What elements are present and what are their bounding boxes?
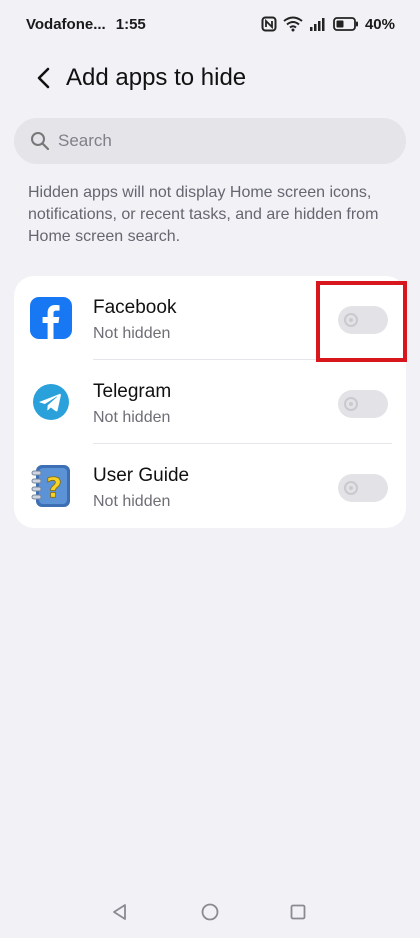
carrier-name: Vodafone...	[26, 15, 106, 33]
toggle-knob	[344, 313, 358, 327]
app-texts: Facebook Not hidden	[93, 296, 176, 346]
list-item-user-guide[interactable]: ? User Guide Not hidden	[14, 444, 406, 528]
app-texts: User Guide Not hidden	[93, 464, 189, 514]
square-recents-icon	[290, 904, 306, 920]
toggle-knob	[344, 481, 358, 495]
svg-text:?: ?	[46, 471, 62, 504]
app-list: Facebook Not hidden Telegram Not hidden	[14, 276, 406, 528]
clock: 1:55	[115, 15, 146, 33]
app-name: User Guide	[93, 465, 190, 486]
list-item-telegram[interactable]: Telegram Not hidden	[14, 360, 406, 444]
triangle-back-icon	[113, 904, 126, 920]
hide-toggle-facebook[interactable]	[338, 306, 388, 334]
search-input[interactable]	[56, 130, 380, 152]
toggle-knob	[344, 397, 358, 411]
app-status: Not hidden	[93, 325, 171, 342]
chevron-left-icon	[37, 67, 50, 89]
nav-back-button[interactable]	[108, 900, 132, 924]
page-title: Add apps to hide	[66, 64, 247, 91]
nav-home-button[interactable]	[198, 900, 222, 924]
app-name: Telegram	[93, 381, 172, 402]
circle-home-icon	[201, 903, 219, 921]
nav-recents-button[interactable]	[286, 900, 310, 924]
user-guide-icon: ?	[30, 465, 72, 507]
app-name: Facebook	[93, 297, 177, 318]
nfc-icon	[261, 16, 277, 32]
list-item-facebook[interactable]: Facebook Not hidden	[14, 276, 406, 360]
header: Add apps to hide	[0, 56, 420, 100]
status-right: 40%	[261, 16, 395, 33]
description-text: Hidden apps will not display Home screen…	[28, 184, 379, 245]
app-status: Not hidden	[93, 493, 171, 510]
battery-icon	[333, 16, 359, 32]
search-bar[interactable]	[14, 118, 406, 164]
status-left: Vodafone... 1:55	[26, 16, 146, 33]
back-button[interactable]	[26, 60, 62, 96]
battery-percent: 40%	[364, 15, 395, 33]
search-icon	[31, 132, 50, 151]
hide-toggle-user-guide[interactable]	[338, 474, 388, 502]
status-bar: Vodafone... 1:55 40%	[0, 0, 420, 48]
facebook-icon	[30, 297, 72, 339]
wifi-icon	[283, 16, 303, 32]
app-status: Not hidden	[93, 409, 171, 426]
telegram-icon	[30, 381, 72, 423]
navigation-bar	[0, 892, 420, 938]
signal-icon	[309, 16, 327, 32]
app-texts: Telegram Not hidden	[93, 380, 171, 430]
hide-toggle-telegram[interactable]	[338, 390, 388, 418]
